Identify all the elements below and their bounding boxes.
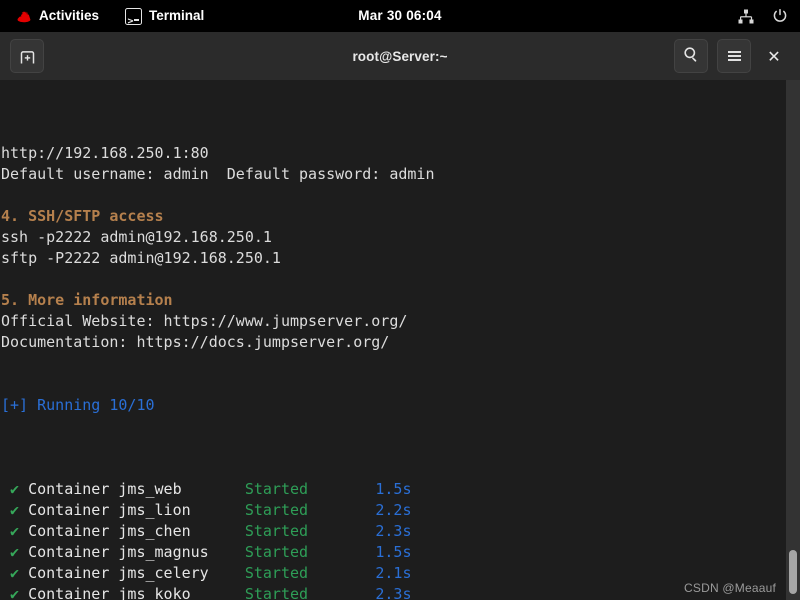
- terminal-text-line: Official Website: https://www.jumpserver…: [0, 311, 434, 332]
- container-duration: 1.5s: [375, 480, 412, 498]
- terminal-heading-line: 5. More information: [0, 290, 434, 311]
- container-duration: 1.5s: [375, 543, 412, 561]
- terminal-line-text: 5. More information: [1, 291, 173, 309]
- clock[interactable]: Mar 30 06:04: [358, 0, 441, 32]
- container-status: Started: [244, 585, 309, 600]
- container-duration: 2.2s: [375, 501, 412, 519]
- container-duration: 2.1s: [375, 564, 412, 582]
- terminal-line-text: Default username: admin Default password…: [1, 165, 435, 183]
- terminal-output: http://192.168.250.1:80 Default username:…: [0, 80, 434, 600]
- new-tab-button-wrap: [0, 39, 44, 73]
- terminal-heading-line: 4. SSH/SFTP access: [0, 206, 434, 227]
- check-icon: ✔: [10, 564, 20, 582]
- terminal-line-text: Documentation: https://docs.jumpserver.o…: [1, 333, 390, 351]
- menu-button[interactable]: [717, 39, 751, 73]
- terminal-line-text: [+] Running 10/10: [1, 396, 155, 414]
- terminal-icon: [125, 6, 143, 38]
- container-status: Started: [244, 564, 309, 582]
- container-name: Container jms_chen: [28, 522, 191, 540]
- search-button[interactable]: [674, 39, 708, 73]
- terminal-text-line: Default username: admin Default password…: [0, 164, 434, 185]
- terminal-scrollbar[interactable]: [786, 80, 800, 600]
- column-spacer: [209, 564, 245, 582]
- check-icon: ✔: [10, 501, 20, 519]
- container-status-row: ✔ Container jms_lion Started 2.2s: [0, 500, 434, 521]
- terminal-line-text: http://192.168.250.1:80: [1, 144, 209, 162]
- search-icon: [683, 46, 699, 67]
- power-icon[interactable]: [772, 8, 788, 24]
- terminal-text-line: ssh -p2222 admin@192.168.250.1: [0, 227, 434, 248]
- container-status-row: ✔ Container jms_celery Started 2.1s: [0, 563, 434, 584]
- container-name: Container jms_koko: [28, 585, 191, 600]
- network-sitemap-icon[interactable]: [738, 9, 754, 24]
- terminal-view[interactable]: http://192.168.250.1:80 Default username:…: [0, 80, 800, 600]
- container-status-row: ✔ Container jms_magnus Started 1.5s: [0, 542, 434, 563]
- close-button[interactable]: ✕: [760, 39, 788, 73]
- check-icon: ✔: [10, 543, 20, 561]
- container-status: Started: [244, 522, 309, 540]
- scrollbar-thumb[interactable]: [789, 550, 797, 594]
- window-titlebar-actions: ✕: [674, 32, 800, 80]
- window-titlebar: root@Server:~ ✕: [0, 32, 800, 81]
- activities-label: Activities: [39, 8, 100, 23]
- terminal-line-text: sftp -P2222 admin@192.168.250.1: [1, 249, 281, 267]
- check-icon: ✔: [10, 585, 20, 600]
- container-status: Started: [244, 480, 309, 498]
- container-name: Container jms_magnus: [28, 543, 209, 561]
- new-tab-button[interactable]: [10, 39, 44, 73]
- top-bar-status-group[interactable]: [738, 0, 788, 32]
- terminal-line-text: Official Website: https://www.jumpserver…: [1, 312, 408, 330]
- column-spacer: [209, 543, 245, 561]
- column-spacer: [191, 522, 245, 540]
- check-icon: ✔: [10, 522, 20, 540]
- activities-button[interactable]: Activities: [15, 0, 99, 32]
- top-bar-left-group: Activities Terminal: [0, 0, 205, 38]
- column-spacer: [191, 585, 245, 600]
- container-name: Container jms_web: [28, 480, 182, 498]
- gnome-top-bar: Activities Terminal Mar 30 06:04: [0, 0, 800, 38]
- column-spacer: [182, 480, 245, 498]
- terminal-line-text: 4. SSH/SFTP access: [1, 207, 164, 225]
- container-status-row: ✔ Container jms_web Started 1.5s: [0, 479, 434, 500]
- terminal-text-line: sftp -P2222 admin@192.168.250.1: [0, 248, 434, 269]
- terminal-text-line: http://192.168.250.1:80: [0, 143, 434, 164]
- app-menu-label: Terminal: [149, 8, 205, 23]
- desktop-screen: Activities Terminal Mar 30 06:04: [0, 0, 800, 600]
- watermark: CSDN @Meaauf: [684, 581, 776, 595]
- container-duration: 2.3s: [375, 585, 412, 600]
- check-icon: ✔: [10, 480, 20, 498]
- container-name: Container jms_lion: [28, 501, 191, 519]
- running-summary-line: [+] Running 10/10: [0, 395, 434, 416]
- terminal-line-text: ssh -p2222 admin@192.168.250.1: [1, 228, 272, 246]
- container-name: Container jms_celery: [28, 564, 209, 582]
- redhat-logo-icon: [15, 10, 32, 23]
- hamburger-menu-icon: [727, 48, 741, 63]
- container-status: Started: [244, 543, 309, 561]
- container-status-row: ✔ Container jms_koko Started 2.3s: [0, 584, 434, 600]
- new-tab-icon: [19, 48, 36, 65]
- column-spacer: [191, 501, 245, 519]
- container-status-list: ✔ Container jms_web Started 1.5s ✔ Contai…: [0, 479, 434, 600]
- terminal-text-line: Documentation: https://docs.jumpserver.o…: [0, 332, 434, 353]
- close-icon: ✕: [767, 46, 781, 66]
- container-status: Started: [244, 501, 309, 519]
- app-menu-terminal[interactable]: Terminal: [125, 0, 205, 38]
- container-status-row: ✔ Container jms_chen Started 2.3s: [0, 521, 434, 542]
- terminal-text-lines: http://192.168.250.1:80 Default username:…: [0, 143, 434, 416]
- container-duration: 2.3s: [375, 522, 412, 540]
